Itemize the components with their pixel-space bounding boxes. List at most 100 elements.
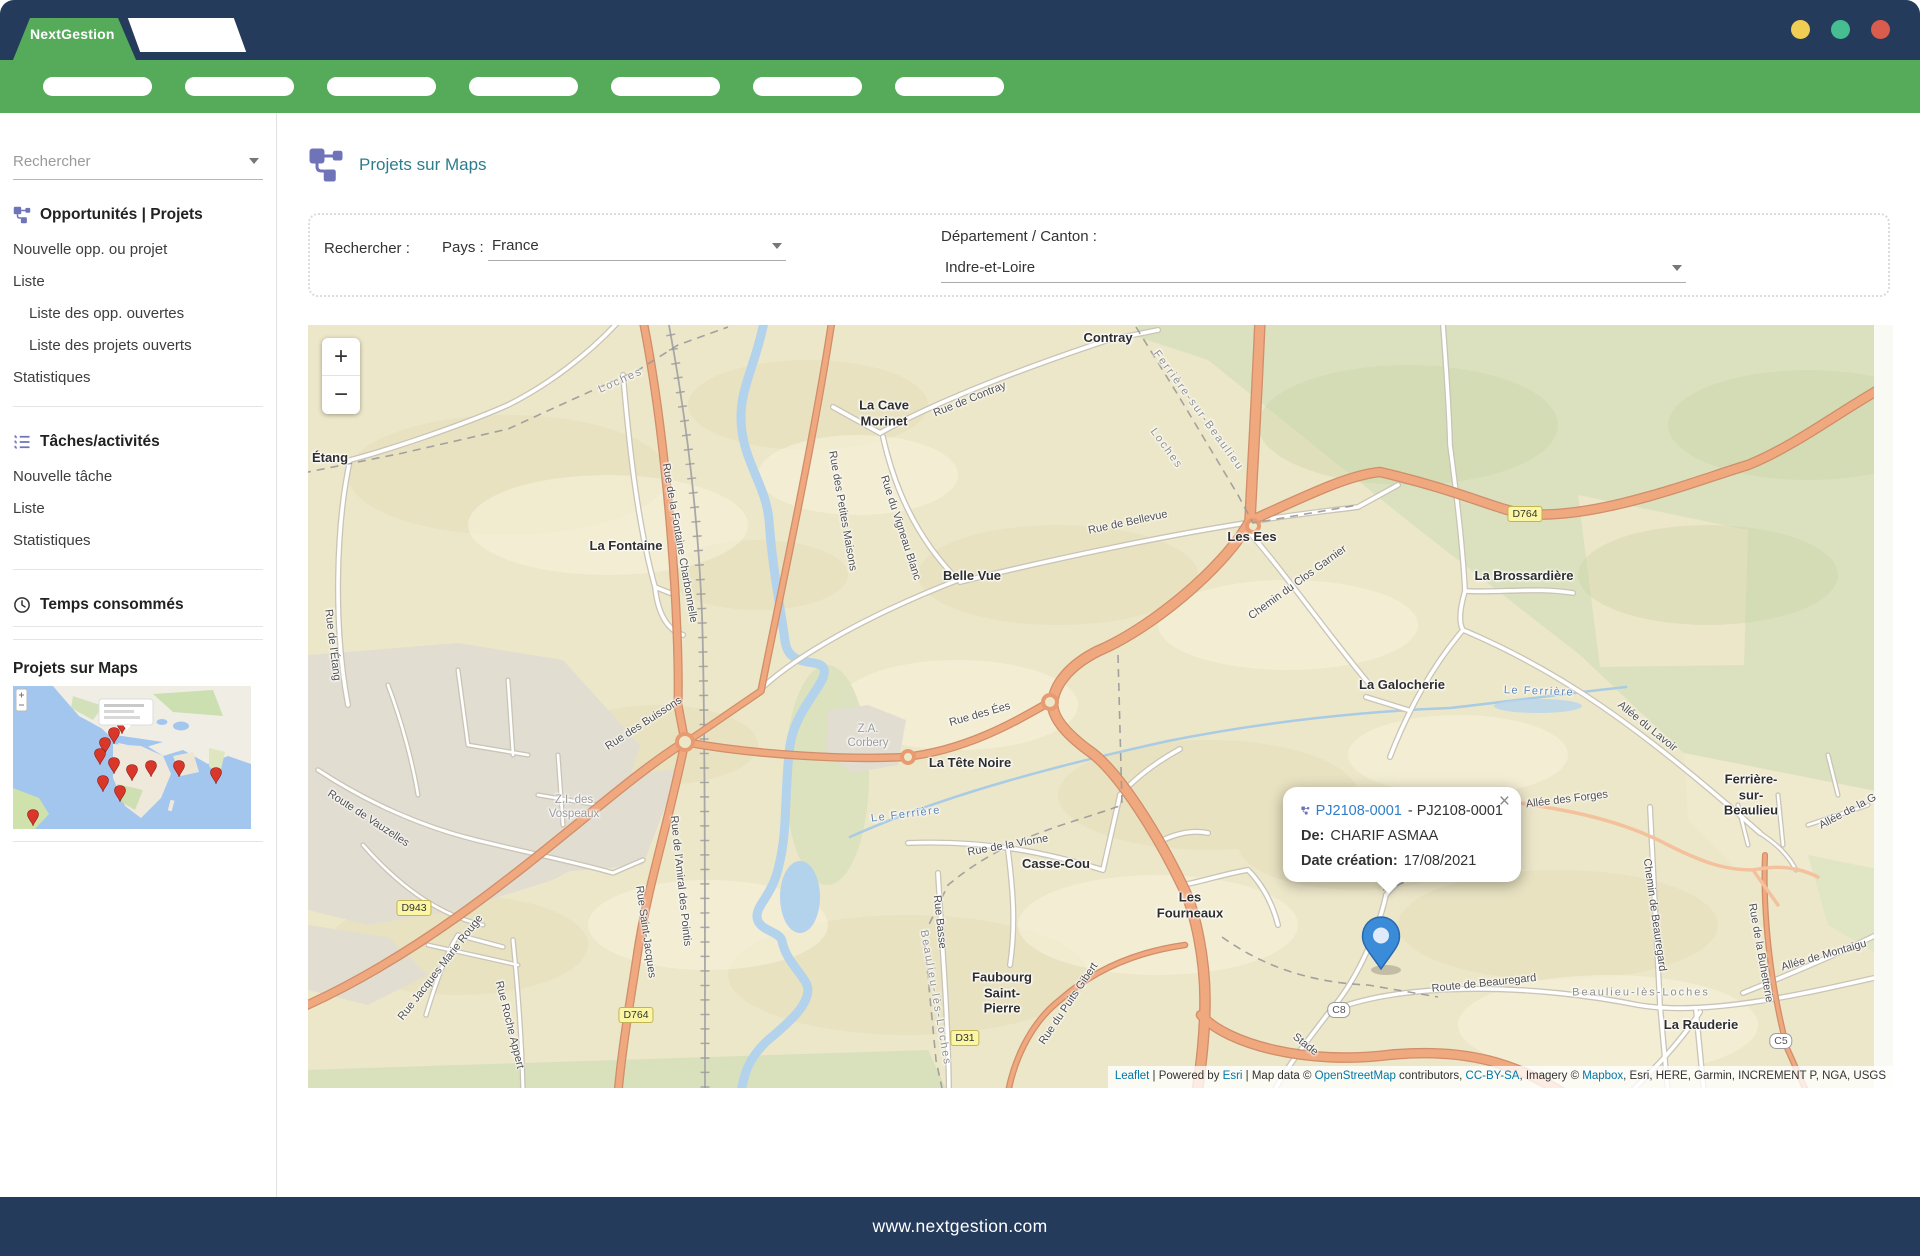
attribution-text: contributors,	[1396, 1070, 1466, 1082]
country-select-value: France	[492, 237, 539, 254]
sidebar-section: Temps consommés	[0, 596, 276, 614]
road-shield-badge: D31	[950, 1030, 979, 1046]
chevron-down-icon	[772, 243, 782, 254]
attribution-link[interactable]: Esri	[1223, 1070, 1243, 1082]
page-header: Projets sur Maps	[308, 146, 1920, 184]
attribution-link[interactable]: CC-BY-SA	[1466, 1070, 1520, 1082]
popup-project-link[interactable]: PJ2108-0001	[1316, 803, 1402, 819]
brand-flag-shape	[128, 18, 246, 52]
sidebar-item[interactable]: Statistiques	[13, 362, 263, 394]
attribution-text: , Esri, HERE, Garmin, INCREMENT P, NGA, …	[1623, 1070, 1886, 1082]
nav-pill-3[interactable]	[327, 77, 436, 96]
sidebar-item[interactable]: Statistiques	[13, 525, 263, 557]
attribution-text: | Powered by	[1149, 1070, 1222, 1082]
filter-search-label: Rechercher :	[324, 240, 410, 257]
road-shield-badge: C5	[1769, 1033, 1792, 1049]
sitemap-icon	[1301, 802, 1310, 819]
popup-from-value: CHARIF ASMAA	[1330, 828, 1438, 844]
window-dot-yellow[interactable]	[1791, 20, 1810, 39]
main-navbar	[0, 60, 1920, 113]
top-bar: NextGestion	[0, 0, 1920, 60]
country-select[interactable]: France	[488, 234, 786, 261]
attribution-link[interactable]: Leaflet	[1115, 1070, 1150, 1082]
popup-date-value: 17/08/2021	[1404, 853, 1477, 869]
chevron-down-icon	[249, 158, 259, 169]
nav-pill-1[interactable]	[43, 77, 152, 96]
sidebar-section-title: Tâches/activités	[40, 433, 160, 451]
sidebar-item[interactable]: Nouvelle tâche	[13, 461, 263, 493]
nav-pill-5[interactable]	[611, 77, 720, 96]
department-select[interactable]: Indre-et-Loire	[941, 256, 1686, 283]
sidebar-item[interactable]: Liste des projets ouverts	[13, 330, 263, 362]
sidebar-section-title: Opportunités | Projets	[40, 206, 203, 224]
attribution-link[interactable]: Mapbox	[1582, 1070, 1623, 1082]
sidebar-section-header[interactable]: Tâches/activités	[13, 433, 263, 451]
attribution-text: | Map data ©	[1242, 1070, 1314, 1082]
divider	[13, 569, 263, 570]
sidebar-section-header[interactable]: Opportunités | Projets	[13, 206, 263, 224]
main-content: Projets sur Maps Rechercher : Pays : Fra…	[277, 113, 1920, 1197]
nav-pill-4[interactable]	[469, 77, 578, 96]
sitemap-icon	[308, 147, 344, 183]
road-shield-badge: D943	[396, 900, 431, 916]
map-popup: × PJ2108-0001 - PJ2108-0001 De: CHARIF A…	[1283, 787, 1521, 882]
popup-from-label: De:	[1301, 828, 1324, 844]
sidebar-item[interactable]: Nouvelle opp. ou projet	[13, 234, 263, 266]
sidebar-section-title: Temps consommés	[40, 596, 184, 614]
popup-title-row: PJ2108-0001 - PJ2108-0001	[1301, 802, 1503, 819]
popup-from-row: De: CHARIF ASMAA	[1301, 828, 1503, 844]
tasks-icon	[13, 433, 31, 451]
map-canvas[interactable]: ContrayLa Cave MorinetLes EesBelle VueLa…	[308, 325, 1893, 1088]
sidebar: Rechercher Opportunités | Projets Nouvell…	[0, 113, 277, 1197]
popup-project-suffix: - PJ2108-0001	[1408, 803, 1503, 819]
divider	[13, 841, 263, 842]
sidebar-item[interactable]: Liste	[13, 493, 263, 525]
sidebar-item[interactable]: Liste	[13, 266, 263, 298]
sidebar-search-select[interactable]: Rechercher	[13, 143, 263, 180]
divider	[13, 406, 263, 407]
sidebar-item-projets-maps[interactable]: Projets sur Maps	[13, 660, 263, 678]
footer-bar: www.nextgestion.com	[0, 1197, 1920, 1256]
map-zoom-control: + −	[322, 338, 360, 414]
popup-date-row: Date création: 17/08/2021	[1301, 853, 1503, 869]
popup-close-icon[interactable]: ×	[1499, 792, 1510, 811]
map-tiles	[308, 325, 1893, 1088]
map-marker-pin[interactable]	[1361, 916, 1401, 970]
filter-department-label: Département / Canton :	[941, 228, 1097, 245]
sidebar-sections: Opportunités | Projets Nouvelle opp. ou p…	[0, 206, 276, 627]
sitemap-icon	[13, 206, 31, 224]
sidebar-search-placeholder: Rechercher	[13, 153, 91, 170]
attribution-text: , Imagery ©	[1519, 1070, 1582, 1082]
map-attribution: Leaflet | Powered by Esri | Map data © O…	[1108, 1066, 1893, 1088]
page-title: Projets sur Maps	[359, 155, 487, 175]
sidebar-section: Opportunités | Projets Nouvelle opp. ou p…	[0, 206, 276, 394]
zoom-in-button[interactable]: +	[322, 338, 360, 376]
filter-country-label: Pays :	[442, 239, 484, 256]
divider	[13, 626, 263, 627]
road-shield-badge: D764	[618, 1007, 653, 1023]
footer-url: www.nextgestion.com	[873, 1216, 1048, 1237]
zoom-out-button[interactable]: −	[322, 376, 360, 414]
sidebar-section-header[interactable]: Temps consommés	[13, 596, 263, 614]
brand-logo[interactable]: NextGestion	[30, 26, 115, 42]
window-dot-teal[interactable]	[1831, 20, 1850, 39]
sidebar-section: Tâches/activités Nouvelle tâcheListeStati…	[0, 433, 276, 557]
sidebar-item[interactable]: Liste des opp. ouvertes	[13, 298, 263, 330]
clock-icon	[13, 596, 31, 614]
road-shield-badge: D764	[1507, 506, 1542, 522]
nav-pill-7[interactable]	[895, 77, 1004, 96]
sidebar-map-thumbnail[interactable]	[13, 686, 251, 829]
app-window: NextGestion Rechercher Opportunités | Pr…	[0, 0, 1920, 1256]
window-dots	[1791, 20, 1890, 39]
nav-pill-6[interactable]	[753, 77, 862, 96]
nav-pill-2[interactable]	[185, 77, 294, 96]
chevron-down-icon	[1672, 265, 1682, 276]
window-dot-red[interactable]	[1871, 20, 1890, 39]
filter-panel: Rechercher : Pays : France Département /…	[308, 213, 1890, 297]
attribution-link[interactable]: OpenStreetMap	[1315, 1070, 1396, 1082]
road-shield-badge: C8	[1327, 1002, 1350, 1018]
body-row: Rechercher Opportunités | Projets Nouvell…	[0, 113, 1920, 1197]
divider	[13, 639, 263, 640]
department-select-value: Indre-et-Loire	[945, 259, 1035, 276]
popup-date-label: Date création:	[1301, 853, 1398, 869]
